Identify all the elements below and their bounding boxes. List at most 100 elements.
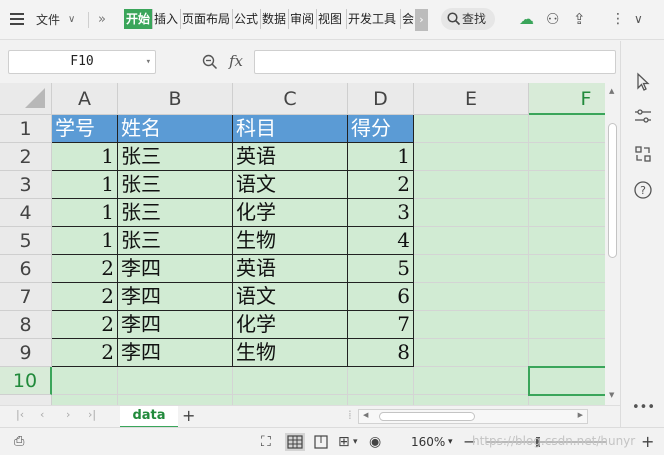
help-icon[interactable]: ? xyxy=(632,179,654,201)
scroll-down-icon[interactable]: ▼ xyxy=(609,391,614,399)
row-header-1[interactable]: 1 xyxy=(0,115,52,143)
add-sheet-icon[interactable]: + xyxy=(182,406,195,426)
cell-a5[interactable]: 1 xyxy=(52,227,118,255)
cell-e1[interactable] xyxy=(414,115,529,143)
cell-f4[interactable] xyxy=(529,199,605,227)
cell-d5[interactable]: 4 xyxy=(348,227,414,255)
more-icon[interactable]: ••• xyxy=(632,397,655,419)
cell-a3[interactable]: 1 xyxy=(52,171,118,199)
cell-f7[interactable] xyxy=(529,283,605,311)
cell-e2[interactable] xyxy=(414,143,529,171)
cell-d10[interactable] xyxy=(348,367,414,395)
vertical-scrollbar[interactable]: ▲ ▼ xyxy=(605,83,620,405)
transform-icon[interactable] xyxy=(632,143,654,165)
name-box[interactable]: F10 ▾ xyxy=(8,50,156,74)
next-sheet-icon[interactable]: › xyxy=(66,408,70,421)
cell-c9[interactable]: 生物 xyxy=(233,339,348,367)
cell-c5[interactable]: 生物 xyxy=(233,227,348,255)
cell-c2[interactable]: 英语 xyxy=(233,143,348,171)
more-options-icon[interactable]: ⋮ xyxy=(611,10,625,28)
cursor-select-icon[interactable] xyxy=(632,71,654,93)
scroll-left-icon[interactable]: ◀ xyxy=(363,411,368,419)
row-header-7[interactable]: 7 xyxy=(0,283,52,311)
tab-start[interactable]: 开始 xyxy=(124,9,153,29)
fullscreen-icon[interactable]: ⛶ xyxy=(261,433,271,451)
search-button[interactable]: 查找 xyxy=(441,8,495,30)
cell-f5[interactable] xyxy=(529,227,605,255)
cell-c11[interactable] xyxy=(233,395,348,405)
cell-c8[interactable]: 化学 xyxy=(233,311,348,339)
tab-member[interactable]: 会 xyxy=(400,9,414,29)
cell-b10[interactable] xyxy=(118,367,233,395)
cell-d1[interactable]: 得分 xyxy=(348,115,414,143)
page-break-view-icon[interactable]: ⊞ xyxy=(338,433,350,451)
row-header-11[interactable] xyxy=(0,395,52,405)
cell-d8[interactable]: 7 xyxy=(348,311,414,339)
row-header-5[interactable]: 5 xyxy=(0,227,52,255)
tab-page-layout[interactable]: 页面布局 xyxy=(180,9,230,29)
cell-d6[interactable]: 5 xyxy=(348,255,414,283)
chevron-right-icon[interactable]: › xyxy=(415,9,428,31)
cell-a6[interactable]: 2 xyxy=(52,255,118,283)
cell-e10[interactable] xyxy=(414,367,529,395)
horizontal-scroll-thumb[interactable] xyxy=(379,412,475,421)
fx-icon[interactable]: fx xyxy=(229,52,243,70)
row-header-2[interactable]: 2 xyxy=(0,143,52,171)
chevron-down-icon[interactable]: ▾ xyxy=(146,51,151,73)
cell-f8[interactable] xyxy=(529,311,605,339)
cell-d4[interactable]: 3 xyxy=(348,199,414,227)
cell-f2[interactable] xyxy=(529,143,605,171)
split-handle-icon[interactable]: ⁞ xyxy=(348,408,352,422)
cell-e8[interactable] xyxy=(414,311,529,339)
cell-f3[interactable] xyxy=(529,171,605,199)
row-header-6[interactable]: 6 xyxy=(0,255,52,283)
tab-review[interactable]: 审阅 xyxy=(288,9,314,29)
cell-a4[interactable]: 1 xyxy=(52,199,118,227)
cell-d2[interactable]: 1 xyxy=(348,143,414,171)
formula-input[interactable] xyxy=(254,50,616,74)
horizontal-scrollbar[interactable]: ◀ ▶ xyxy=(358,409,588,424)
cell-a11[interactable] xyxy=(52,395,118,405)
cell-b6[interactable]: 李四 xyxy=(118,255,233,283)
column-header-b[interactable]: B xyxy=(118,83,233,115)
column-header-e[interactable]: E xyxy=(414,83,529,115)
row-header-4[interactable]: 4 xyxy=(0,199,52,227)
cell-d11[interactable] xyxy=(348,395,414,405)
cell-d7[interactable]: 6 xyxy=(348,283,414,311)
cell-b8[interactable]: 李四 xyxy=(118,311,233,339)
cell-b9[interactable]: 李四 xyxy=(118,339,233,367)
cell-b3[interactable]: 张三 xyxy=(118,171,233,199)
cell-c6[interactable]: 英语 xyxy=(233,255,348,283)
row-header-9[interactable]: 9 xyxy=(0,339,52,367)
cell-b4[interactable]: 张三 xyxy=(118,199,233,227)
row-header-3[interactable]: 3 xyxy=(0,171,52,199)
cell-e5[interactable] xyxy=(414,227,529,255)
column-header-d[interactable]: D xyxy=(348,83,414,115)
scroll-right-icon[interactable]: ▶ xyxy=(578,411,583,419)
adjust-sliders-icon[interactable] xyxy=(632,105,654,127)
export-icon[interactable]: ⇪ xyxy=(573,10,586,28)
sheet-tab-data[interactable]: data xyxy=(120,406,178,428)
zoom-level[interactable]: 160% xyxy=(411,433,445,451)
first-sheet-icon[interactable]: |‹ xyxy=(16,408,24,421)
page-layout-view-icon[interactable] xyxy=(313,434,329,450)
cell-e11[interactable] xyxy=(414,395,529,405)
tab-insert[interactable]: 插入 xyxy=(152,9,178,29)
menu-icon[interactable] xyxy=(10,13,24,15)
cell-a1[interactable]: 学号 xyxy=(52,115,118,143)
column-header-c[interactable]: C xyxy=(233,83,348,115)
last-sheet-icon[interactable]: ›| xyxy=(88,408,96,421)
cell-a2[interactable]: 1 xyxy=(52,143,118,171)
sheet-grid[interactable]: A B C D E F 1 2 3 4 5 6 7 8 9 10 学号 姓名 科… xyxy=(0,83,605,405)
cell-a10[interactable] xyxy=(52,367,118,395)
prev-sheet-icon[interactable]: ‹ xyxy=(40,408,44,421)
row-header-10[interactable]: 10 xyxy=(0,367,52,395)
select-all-corner[interactable] xyxy=(0,83,52,115)
cell-e3[interactable] xyxy=(414,171,529,199)
cell-c1[interactable]: 科目 xyxy=(233,115,348,143)
cell-a9[interactable]: 2 xyxy=(52,339,118,367)
scroll-up-icon[interactable]: ▲ xyxy=(609,87,614,95)
cell-a7[interactable]: 2 xyxy=(52,283,118,311)
tab-formulas[interactable]: 公式 xyxy=(232,9,258,29)
chevron-down-icon[interactable]: ▾ xyxy=(448,433,453,451)
